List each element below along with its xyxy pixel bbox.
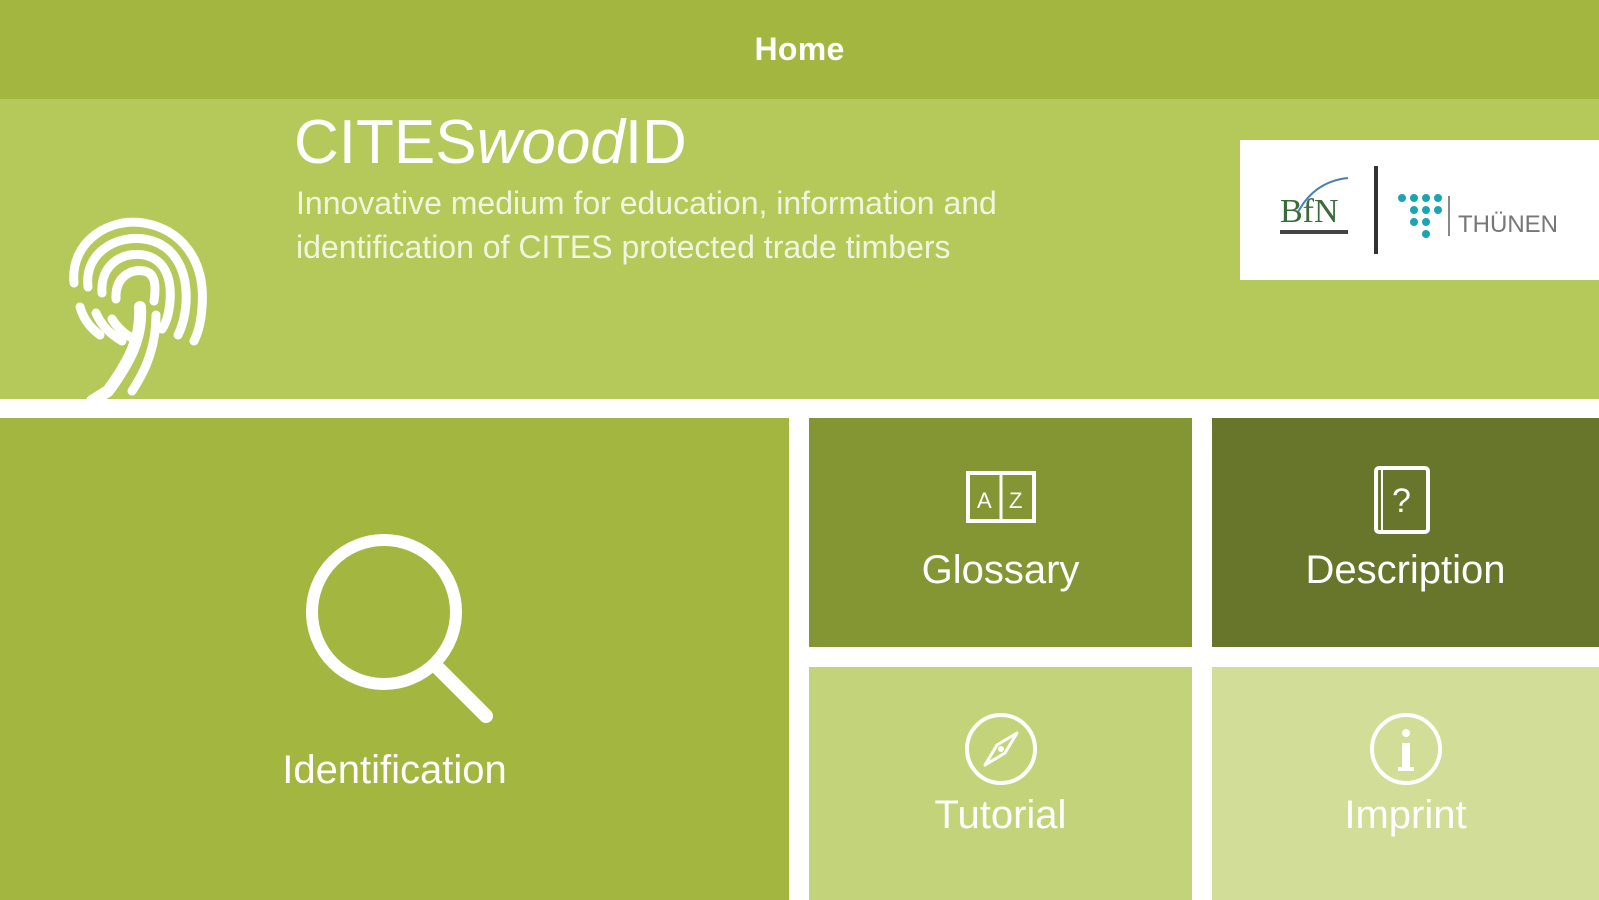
search-icon xyxy=(306,534,493,723)
tutorial-label: Tutorial xyxy=(934,793,1067,837)
identification-label: Identification xyxy=(282,748,507,792)
tutorial-tile[interactable]: Tutorial xyxy=(809,667,1192,900)
description-label: Description xyxy=(1305,548,1506,592)
bfn-thuenen-logo: BfN THÜNEN xyxy=(1280,166,1558,254)
imprint-label: Imprint xyxy=(1344,793,1467,837)
app-subtitle: Innovative medium for education, informa… xyxy=(296,185,997,265)
thuenen-dots-icon xyxy=(1398,194,1442,238)
question-book-icon: ? xyxy=(1374,466,1430,534)
glossary-tile[interactable]: A Z Glossary xyxy=(809,418,1192,647)
app-title-suffix: ID xyxy=(624,108,687,177)
thuenen-logo-text: THÜNEN xyxy=(1458,211,1558,238)
app-title-italic: wood xyxy=(476,108,625,177)
az-book-icon: A Z xyxy=(966,471,1036,523)
bfn-logo-text: BfN xyxy=(1280,193,1339,230)
glossary-label: Glossary xyxy=(921,548,1080,592)
svg-text:Z: Z xyxy=(1009,488,1022,513)
app-header: CITESwoodID Innovative medium for educat… xyxy=(0,99,1599,399)
header-divider xyxy=(0,399,1599,418)
svg-text:A: A xyxy=(977,488,992,513)
imprint-tile[interactable]: Imprint xyxy=(1212,667,1599,900)
navbar-title: Home xyxy=(754,31,845,67)
app-title: CITESwoodID xyxy=(294,105,687,181)
partner-logos: BfN THÜNEN xyxy=(1240,140,1599,280)
compass-icon xyxy=(965,713,1037,785)
identification-tile[interactable]: Identification xyxy=(0,418,789,900)
fingerprint-icon xyxy=(69,217,207,399)
app-title-prefix: CITES xyxy=(294,108,477,177)
description-tile[interactable]: ? Description xyxy=(1212,418,1599,647)
svg-text:?: ? xyxy=(1392,482,1411,520)
navigation-bar: Home xyxy=(0,0,1599,99)
info-icon xyxy=(1370,713,1442,785)
